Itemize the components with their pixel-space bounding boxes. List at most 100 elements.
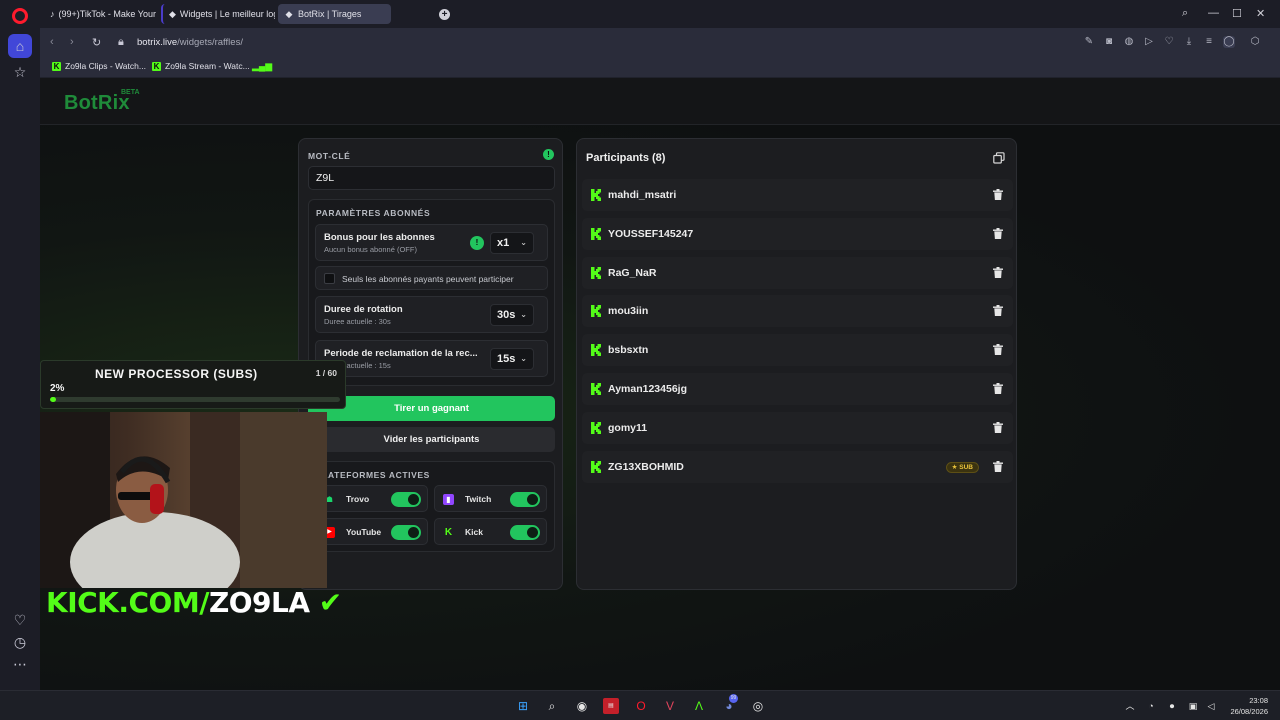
extension-icon[interactable]: ⬡ [1249,36,1261,48]
kick-icon [591,189,601,201]
platform-name: Kick [465,527,483,537]
participant-row: ZG13XBOHMID ★ SUB [582,450,1013,483]
twitch-toggle[interactable] [510,492,540,507]
bookmark-zo9la-clips[interactable]: K Zo9la Clips - Watch... [52,61,146,71]
trovo-toggle[interactable] [391,492,421,507]
overlay-progress-fill [50,397,56,402]
copy-icon[interactable] [993,152,1005,164]
discord-tray-icon[interactable]: ◔ [1143,698,1159,714]
claim-period-select[interactable]: 15s ⌄ [490,348,534,370]
minimize-icon[interactable]: — [1208,7,1219,19]
youtube-toggle[interactable] [391,525,421,540]
home-icon[interactable]: ⌂ [8,34,32,58]
reload-icon[interactable]: ↻ [92,36,101,49]
app-v-icon[interactable]: V [662,698,678,714]
overlay-title: NEW PROCESSOR (SUBS) [95,367,258,381]
trash-icon[interactable] [993,227,1003,239]
bonus-multiplier-select[interactable]: x1 ⌄ [490,232,534,254]
tray-chevron-icon[interactable]: ︿ [1122,698,1138,714]
tab-tiktok[interactable]: ♪ (99+)TikTok - Make Your Day [44,4,156,24]
opera-logo-icon[interactable] [12,8,28,24]
kick-icon [591,227,601,240]
play-icon[interactable]: ▷ [1143,36,1155,48]
camera-icon[interactable]: ◙ [1103,36,1115,48]
kick-toggle[interactable] [510,525,540,540]
back-icon[interactable]: ‹ [50,36,54,48]
heart-icon[interactable]: ♡ [10,610,30,630]
windows-start-icon[interactable]: ⊞ [515,698,531,714]
subs-only-row[interactable]: Seuls les abonnés payants peuvent partic… [315,266,548,290]
kick-icon [591,383,601,395]
keyword-input[interactable] [308,166,555,190]
volume-icon[interactable]: ◁ [1203,698,1219,714]
subs-only-checkbox[interactable] [324,273,335,284]
chevron-down-icon: ⌄ [520,310,527,319]
trash-icon[interactable] [993,189,1003,200]
url-path: /widgets/raffles/ [177,37,243,48]
platform-trovo: ☗ Trovo [315,485,428,512]
menu-icon[interactable]: ≡ [1203,36,1215,48]
participant-name: gomy11 [608,421,648,434]
close-icon[interactable]: ✕ [1256,7,1265,20]
platforms-label: PLATEFORMES ACTIVES [316,470,430,480]
info-icon[interactable]: ! [543,149,554,160]
trash-icon[interactable] [993,344,1003,356]
tiktok-icon: ♪ [50,9,55,19]
edit-icon[interactable]: ✎ [1083,36,1095,48]
clear-participants-button[interactable]: Vider les participants [308,427,555,452]
rotation-duration-select[interactable]: 30s ⌄ [490,304,534,326]
trash-icon[interactable] [993,421,1003,433]
trash-icon[interactable] [993,460,1003,472]
info-icon[interactable]: ! [470,236,484,250]
participants-card: Participants (8) mahdi_msatri YOUSSEF1452… [576,138,1017,590]
verified-icon: ✔ [309,586,342,619]
new-tab-button[interactable]: + [439,9,450,20]
url-field[interactable]: botrix.live/widgets/raffles/ [137,37,243,48]
obs-icon[interactable]: ◉ [574,698,590,714]
stream-raffle-overlay: NEW PROCESSOR (SUBS) 1 / 60 2% [40,360,346,409]
star-icon[interactable]: ☆ [10,62,30,82]
kick-handle: ZO9LA [208,586,310,619]
platform-kick: K Kick [434,518,547,545]
steam-icon[interactable]: ◎ [750,698,766,714]
microphone-icon[interactable]: ⏺ [1164,698,1180,714]
rotation-title: Duree de rotation [324,304,403,315]
claim-period-row: Periode de reclamation de la rec... Dure… [315,340,548,377]
chevron-down-icon: ⌄ [520,238,527,247]
bookmark-zo9la-stream[interactable]: K Zo9la Stream - Watc... [152,61,250,71]
tab-bar: ♪ (99+)TikTok - Make Your Day ◆ Widgets … [40,0,1280,28]
maximize-icon[interactable]: ☐ [1232,7,1242,20]
heart-icon[interactable]: ♡ [1163,36,1175,48]
network-icon[interactable]: ▣ [1185,698,1201,714]
beta-badge: BETA [121,89,140,96]
search-icon[interactable]: ⌕ [544,698,560,714]
tab-widgets[interactable]: ◆ Widgets | Le meilleur logiciel [161,4,275,24]
more-icon[interactable]: ⋯ [10,654,30,674]
claim-title: Periode de reclamation de la rec... [324,348,478,359]
trash-icon[interactable] [993,383,1003,394]
shield-icon[interactable]: ◍ [1123,36,1135,48]
tab-botrix-tirages[interactable]: ◆ BotRix | Tirages [278,4,391,24]
download-icon[interactable]: ⤓ [1183,36,1195,48]
forward-icon[interactable]: › [70,36,74,48]
search-tabs-icon[interactable]: ⌕ [1182,7,1188,20]
clock-time: 23:08 [1249,696,1268,705]
participant-row: gomy11 [582,411,1013,444]
tab-label: BotRix | Tirages [298,9,362,19]
participant-row: mahdi_msatri [582,179,1013,211]
app-icon[interactable]: ▤ [603,698,619,714]
system-clock[interactable]: 23:08 26/08/2026 [1230,695,1268,717]
lock-icon: 🔒︎ [118,36,124,48]
trash-icon[interactable] [993,266,1003,278]
windows-taskbar: ⊞ ⌕ ◉ ▤ O V Λ ◕ 99 ◎ ︿ ◔ ⏺ ▣ ◁ 23:08 26/… [0,690,1280,720]
profile-icon[interactable]: ◯ [1223,36,1235,48]
brand-logo[interactable]: BotRix [64,92,130,115]
app-lambda-icon[interactable]: Λ [691,698,707,714]
history-icon[interactable]: ◷ [10,632,30,652]
botrix-icon: ◆ [285,8,293,19]
sub-badge: ★ SUB [945,461,979,473]
opera-icon[interactable]: O [633,698,649,714]
participants-title: Participants (8) [586,152,666,164]
overlay-count: 1 / 60 [315,368,337,378]
trash-icon[interactable] [993,305,1003,317]
